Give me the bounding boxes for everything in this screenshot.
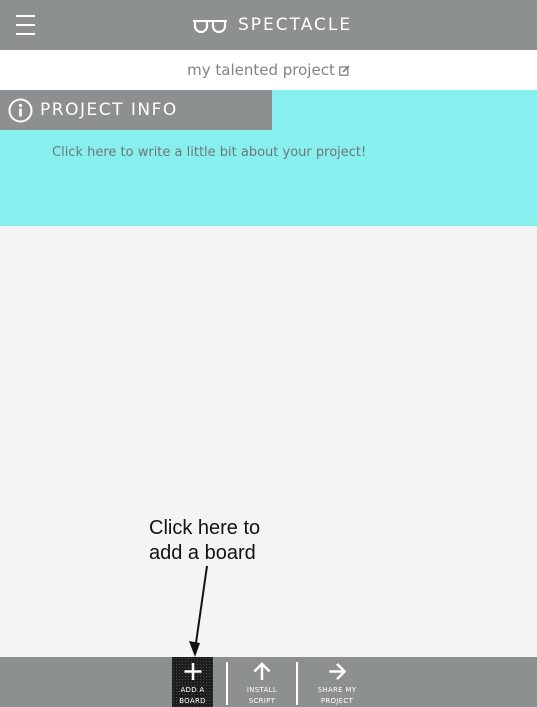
install-script-label: INSTALL SCRIPT xyxy=(246,686,278,705)
info-icon xyxy=(8,98,33,122)
add-board-label: ADD A BOARD xyxy=(179,686,206,705)
project-info-title: PROJECT INFO xyxy=(40,100,178,120)
install-script-button[interactable]: INSTALL SCRIPT xyxy=(240,657,284,707)
share-project-label: SHARE MY PROJECT xyxy=(317,686,357,705)
project-description[interactable]: Click here to write a little bit about y… xyxy=(52,145,366,160)
project-name-row: my talented project xyxy=(0,50,537,90)
project-info-header: PROJECT INFO xyxy=(0,90,272,130)
project-info-panel: PROJECT INFO Click here to write a littl… xyxy=(0,90,537,226)
arrow-up-icon xyxy=(253,662,271,681)
plus-icon xyxy=(183,662,202,681)
annotation-line-1: Click here to xyxy=(149,517,261,539)
share-project-button[interactable]: SHARE MY PROJECT xyxy=(312,657,362,707)
bottom-toolbar: ADD A BOARD INSTALL SCRIPT SHARE MY PROJ… xyxy=(0,657,537,707)
project-name-text: my talented project xyxy=(187,61,335,79)
toolbar-divider xyxy=(226,662,228,705)
top-bar: SPECTACLE xyxy=(0,0,537,50)
brand: SPECTACLE xyxy=(192,14,352,36)
arrow-right-icon xyxy=(329,663,347,680)
toolbar-divider xyxy=(296,662,298,705)
edit-icon xyxy=(338,64,350,76)
glasses-logo-icon xyxy=(193,20,227,33)
project-name[interactable]: my talented project xyxy=(187,61,350,79)
hamburger-menu-icon[interactable] xyxy=(16,15,35,35)
add-board-button[interactable]: ADD A BOARD xyxy=(172,657,213,707)
annotation-line-2: add a board xyxy=(149,542,256,564)
add-board-annotation: Click here to add a board xyxy=(149,516,260,566)
app-name: SPECTACLE xyxy=(238,15,353,35)
